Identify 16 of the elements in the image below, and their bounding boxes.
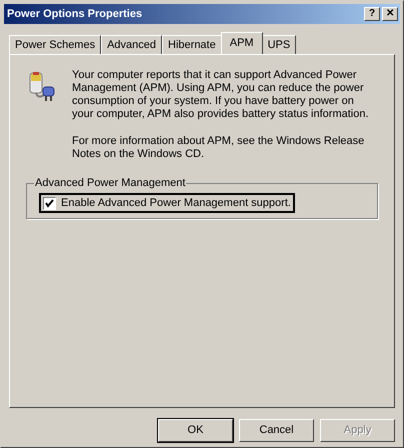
description-text: For more information about APM, see the Windows Release Notes on the Windows CD. bbox=[72, 135, 366, 161]
tab[interactable]: APM bbox=[220, 32, 263, 54]
window-title: Power Options Properties bbox=[7, 6, 142, 22]
tab[interactable]: Advanced bbox=[101, 35, 162, 54]
group-title: Advanced Power Management bbox=[34, 176, 186, 190]
title-bar-button[interactable]: ✕ bbox=[382, 7, 398, 21]
apm-checkbox[interactable]: Enable Advanced Power Management support. bbox=[39, 193, 295, 213]
tab[interactable]: Power Schemes bbox=[9, 35, 102, 54]
checkbox[interactable] bbox=[43, 196, 56, 210]
tab[interactable]: UPS bbox=[262, 35, 296, 54]
tab[interactable]: Hibernate bbox=[162, 35, 222, 54]
title-bar-button[interactable]: ? bbox=[364, 7, 380, 21]
description-text: Your computer reports that it can support Advanced Power Management (APM). Using APM, you can reduce the power consumption of your system. If you have battery power on your computer, APM also provides battery status information. bbox=[72, 69, 370, 121]
dialog-button[interactable]: Cancel bbox=[239, 419, 314, 442]
check-mark-icon bbox=[45, 198, 54, 208]
dialog-button[interactable]: OK bbox=[158, 419, 233, 442]
